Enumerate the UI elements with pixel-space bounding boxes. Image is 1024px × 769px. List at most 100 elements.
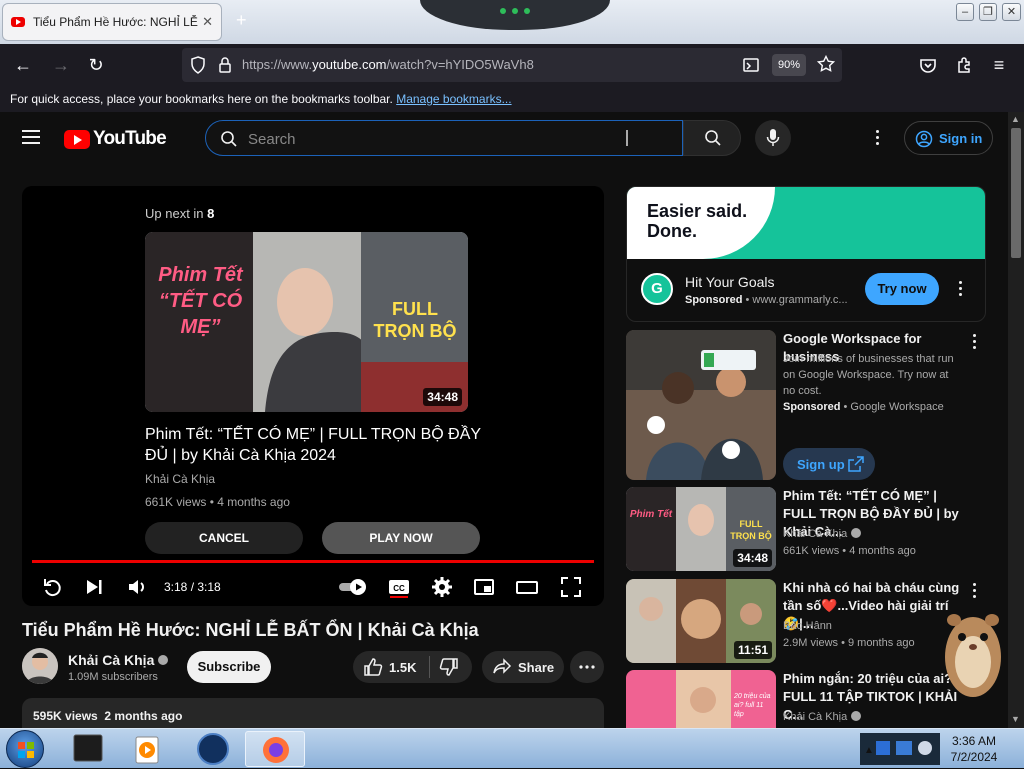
sign-in-label: Sign in <box>939 130 983 146</box>
menu-icon[interactable]: ≡ <box>988 54 1010 76</box>
more-horizontal-icon <box>579 665 595 669</box>
captions-icon[interactable]: CC <box>388 576 410 598</box>
theater-mode-icon[interactable] <box>516 576 538 598</box>
lock-icon[interactable] <box>218 56 232 74</box>
close-tab-icon[interactable]: ✕ <box>202 14 213 30</box>
scroll-down-icon[interactable]: ▼ <box>1011 714 1020 724</box>
like-dislike-group: 1.5K <box>353 651 472 683</box>
youtube-page: YouTube Sign in Up next in 8 <box>0 112 1008 728</box>
recommendation-meta: 2.9M views • 9 months ago <box>783 637 915 649</box>
progress-bar[interactable] <box>32 560 594 563</box>
back-button[interactable]: ← <box>12 54 34 76</box>
svg-text:CC: CC <box>393 584 405 593</box>
ad-headline: Hit Your Goals <box>685 274 775 290</box>
try-now-button[interactable]: Try now <box>865 273 939 305</box>
taskbar-app-firefox-icon[interactable] <box>245 731 305 767</box>
recommendation-channel: Khải Cà Khịa <box>783 528 862 540</box>
browser-tab-active[interactable]: Tiểu Phẩm Hề Hước: NGHỈ LỄ ✕ <box>2 3 222 41</box>
network-icon[interactable] <box>896 741 912 755</box>
like-count[interactable]: 1.5K <box>389 660 416 675</box>
sign-up-button[interactable]: Sign up <box>783 448 875 480</box>
manage-bookmarks-link[interactable]: Manage bookmarks... <box>396 92 511 106</box>
sponsor-line: Sponsored • Google Workspace <box>783 401 944 413</box>
play-now-button[interactable]: PLAY NOW <box>322 522 480 554</box>
pocket-icon[interactable] <box>917 54 939 76</box>
thumbnail-caption: 20 triệu của ai? full 11 tập <box>734 693 771 718</box>
hamburger-menu-icon[interactable] <box>22 129 42 145</box>
fullscreen-icon[interactable] <box>560 576 582 598</box>
tray-app-icon[interactable] <box>876 741 890 755</box>
close-window-button[interactable]: ✕ <box>1002 3 1021 21</box>
bookmark-star-icon[interactable] <box>817 55 835 73</box>
sign-in-button[interactable]: Sign in <box>904 121 993 155</box>
grammarly-ad[interactable]: Easier said. Done. G Hit Your Goals Spon… <box>626 186 986 322</box>
page-scrollbar[interactable]: ▲ ▼ <box>1008 112 1024 728</box>
settings-gear-icon[interactable] <box>431 576 453 598</box>
shield-icon[interactable] <box>190 56 206 74</box>
scroll-up-icon[interactable]: ▲ <box>1011 114 1020 124</box>
recommendation-menu-icon[interactable] <box>973 583 977 599</box>
youtube-favicon-icon <box>11 17 25 27</box>
video-title: Tiểu Phẩm Hề Hước: NGHỈ LỄ BẤT ỔN | Khải… <box>22 620 479 640</box>
cancel-button[interactable]: CANCEL <box>145 522 303 554</box>
search-button-icon <box>704 129 722 147</box>
replay-icon[interactable] <box>42 576 64 598</box>
autoplay-toggle-icon[interactable] <box>338 576 370 598</box>
grammarly-logo-icon: G <box>641 273 673 305</box>
recommendation-card[interactable]: Phim Tết FULL TRỌN BỘ 34:48 Phim Tết: “TẾT… <box>626 487 986 571</box>
recommendation-thumbnail[interactable]: Phim Tết FULL TRỌN BỘ 34:48 <box>626 487 776 571</box>
up-next-thumbnail[interactable]: Phim Tết “TẾT CÓ MẸ” FULL TRỌN BỘ 34:48 <box>145 232 468 412</box>
minimize-button[interactable]: – <box>956 3 974 21</box>
taskbar-clock[interactable]: 3:36 AM 7/2/2024 <box>946 733 1002 765</box>
recommendation-card[interactable]: Google Workspace for business Join milli… <box>626 330 986 480</box>
recommendation-card[interactable]: 20 triệu của ai? full 11 tập Phim ngắn: … <box>626 670 986 728</box>
hamster-sticker-icon <box>940 602 1006 702</box>
start-button[interactable] <box>6 730 44 768</box>
new-tab-button[interactable]: + <box>236 10 247 31</box>
share-button[interactable]: Share <box>482 651 564 683</box>
volume-tray-icon[interactable] <box>918 741 932 755</box>
recommendation-menu-icon[interactable] <box>973 334 977 350</box>
taskbar-app-globe-icon[interactable] <box>185 731 241 767</box>
next-video-icon[interactable] <box>83 576 105 598</box>
duration-badge: 34:48 <box>733 549 772 567</box>
search-input[interactable] <box>248 129 648 149</box>
description-box[interactable]: 595K views 2 months ago <box>22 698 604 728</box>
forward-button[interactable]: → <box>50 54 72 76</box>
dislike-icon[interactable] <box>439 657 459 677</box>
text-cursor-icon <box>626 130 628 146</box>
zoom-level-badge[interactable]: 90% <box>772 54 807 76</box>
youtube-logo[interactable]: YouTube <box>64 128 167 150</box>
url-bar[interactable]: https://www.youtube.com/watch?v=hYIDO5Wa… <box>182 48 842 82</box>
channel-name[interactable]: Khải Cà Khịa <box>68 652 169 668</box>
reader-view-icon[interactable] <box>742 56 760 74</box>
windows-taskbar: ▲ 3:36 AM 7/2/2024 <box>0 728 1024 768</box>
voice-search-button[interactable] <box>755 120 791 156</box>
ad-menu-icon[interactable] <box>959 281 963 297</box>
clock-date: 7/2/2024 <box>950 750 998 764</box>
ad-sponsor-line: Sponsored • www.grammarly.c... <box>685 294 848 306</box>
up-next-title[interactable]: Phim Tết: “TẾT CÓ MẸ” | FULL TRỌN BỘ ĐẦY… <box>145 424 485 466</box>
volume-icon[interactable] <box>126 576 148 598</box>
more-actions-button[interactable] <box>570 651 604 683</box>
scrollbar-thumb[interactable] <box>1011 128 1021 258</box>
recommendation-thumbnail[interactable]: 11:51 <box>626 579 776 663</box>
channel-avatar[interactable] <box>22 648 58 684</box>
recommendation-card[interactable]: 11:51 Khi nhà có hai bà cháu cùng tần số… <box>626 579 986 663</box>
subscribe-button[interactable]: Subscribe <box>187 651 271 683</box>
recommendation-thumbnail[interactable]: 20 triệu của ai? full 11 tập <box>626 670 776 728</box>
account-icon <box>915 130 933 148</box>
search-button[interactable] <box>683 120 741 156</box>
search-box[interactable] <box>205 120 683 156</box>
extensions-icon[interactable] <box>953 54 975 76</box>
video-player[interactable]: Up next in 8 Phim Tết “TẾT CÓ MẸ” FULL TR… <box>22 186 604 606</box>
maximize-button[interactable]: ❐ <box>979 3 997 21</box>
like-icon[interactable] <box>363 657 383 677</box>
taskbar-app-terminal-icon[interactable] <box>60 731 116 767</box>
miniplayer-icon[interactable] <box>473 576 495 598</box>
taskbar-app-media-icon[interactable] <box>120 731 176 767</box>
reload-button[interactable]: ↻ <box>85 54 107 76</box>
ad-banner[interactable]: Easier said. Done. <box>627 187 985 259</box>
recommendation-thumbnail[interactable] <box>626 330 776 480</box>
tray-expand-icon[interactable]: ▲ <box>864 745 874 756</box>
